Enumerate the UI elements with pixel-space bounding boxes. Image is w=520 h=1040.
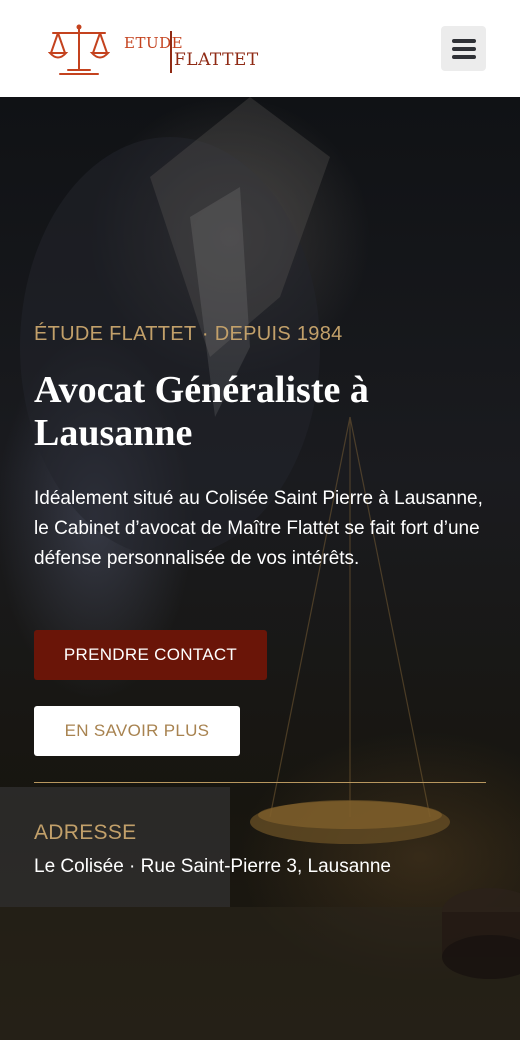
address-value: Le Colisée · Rue Saint-Pierre 3, Lausann…: [34, 856, 391, 877]
menu-button[interactable]: [441, 26, 486, 71]
site-logo[interactable]: ETUDE FLATTET: [48, 22, 258, 78]
hamburger-menu-icon: [452, 39, 476, 43]
logo-separator: [170, 31, 172, 73]
hero-title: Avocat Généraliste à Lausanne: [34, 369, 369, 454]
site-header: ETUDE FLATTET: [0, 0, 520, 97]
hero-eyebrow: ÉTUDE FLATTET · DEPUIS 1984: [34, 323, 343, 345]
divider: [34, 782, 486, 783]
learn-more-button[interactable]: EN SAVOIR PLUS: [34, 706, 240, 756]
contact-button[interactable]: PRENDRE CONTACT: [34, 630, 267, 680]
logo-word-flattet: FLATTET: [174, 50, 259, 70]
hero-section: ÉTUDE FLATTET · DEPUIS 1984 Avocat Génér…: [0, 97, 520, 1040]
address-label: ADRESSE: [34, 821, 137, 844]
hero-description: Idéalement situé au Colisée Saint Pierre…: [34, 488, 483, 569]
scales-of-justice-icon: [48, 24, 110, 75]
